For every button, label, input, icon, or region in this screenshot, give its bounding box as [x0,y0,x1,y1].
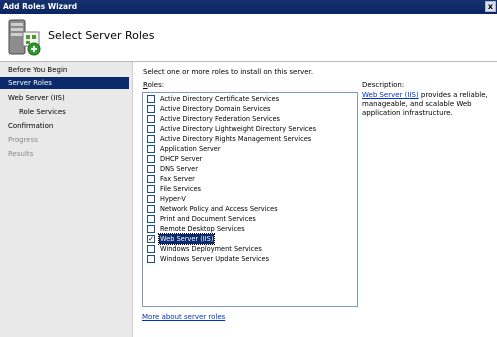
role-checkbox[interactable] [147,195,155,203]
role-checkbox[interactable] [147,155,155,163]
role-checkbox[interactable] [147,95,155,103]
role-label: Remote Desktop Services [160,225,245,233]
role-checkbox[interactable] [147,165,155,173]
wizard-nav: Before You Begin Server Roles Web Server… [0,62,133,337]
nav-item-results: Results [8,150,34,158]
role-checkbox[interactable] [147,115,155,123]
role-checkbox[interactable] [147,105,155,113]
wizard-header: Select Server Roles [0,14,497,62]
role-label: Active Directory Lightweight Directory S… [160,125,317,133]
role-label: Application Server [160,145,221,153]
nav-item-before-you-begin[interactable]: Before You Begin [0,64,133,76]
more-about-roles-link[interactable]: More about server roles [142,313,225,321]
role-label: Print and Document Services [160,215,256,223]
role-label: Web Server (IIS) [157,233,216,245]
role-label: Windows Server Update Services [160,255,270,263]
nav-item-progress: Progress [8,136,38,144]
role-label: Active Directory Rights Management Servi… [160,135,312,143]
roles-label: Roles: [143,81,164,89]
intro-text: Select one or more roles to install on t… [143,68,314,76]
role-checkbox[interactable] [147,125,155,133]
window-titlebar: Add Roles Wizard x [0,0,497,14]
description-text: Web Server (IIS) provides a reliable, ma… [362,91,494,118]
role-label: Active Directory Federation Services [160,115,280,123]
role-checkbox[interactable] [147,215,155,223]
role-label: Network Policy and Access Services [160,205,278,213]
role-label: Fax Server [160,175,195,183]
role-checkbox[interactable] [147,135,155,143]
role-label: File Services [160,185,201,193]
role-label: DNS Server [160,165,198,173]
role-checkbox[interactable] [147,205,155,213]
role-label: Active Directory Domain Services [160,105,271,113]
window-title: Add Roles Wizard [3,2,78,11]
description-label: Description: [362,81,405,89]
role-checkbox[interactable] [147,225,155,233]
close-button[interactable]: x [485,1,496,12]
roles-label-rest: oles: [147,81,165,89]
nav-item-confirmation[interactable]: Confirmation [0,120,133,132]
main-content: Select one or more roles to install on t… [134,62,497,337]
role-checkbox[interactable] [147,245,155,253]
role-checkbox-checked[interactable]: ✓ [147,235,155,243]
nav-item-web-server[interactable]: Web Server (IIS) [0,92,133,104]
role-checkbox[interactable] [147,255,155,263]
role-label: Active Directory Certificate Services [160,95,280,103]
nav-item-server-roles[interactable]: Server Roles [0,77,129,89]
role-label: Hyper-V [160,195,186,203]
role-checkbox[interactable] [147,185,155,193]
role-checkbox[interactable] [147,175,155,183]
role-label: DHCP Server [160,155,203,163]
nav-item-role-services[interactable]: Role Services [0,106,133,118]
description-link[interactable]: Web Server (IIS) [362,91,419,99]
page-title: Select Server Roles [48,29,155,42]
roles-list[interactable]: Active Directory Certificate Services Ac… [142,92,358,307]
role-checkbox[interactable] [147,145,155,153]
server-roles-wizard-icon [8,19,41,56]
role-label: Windows Deployment Services [160,245,262,253]
